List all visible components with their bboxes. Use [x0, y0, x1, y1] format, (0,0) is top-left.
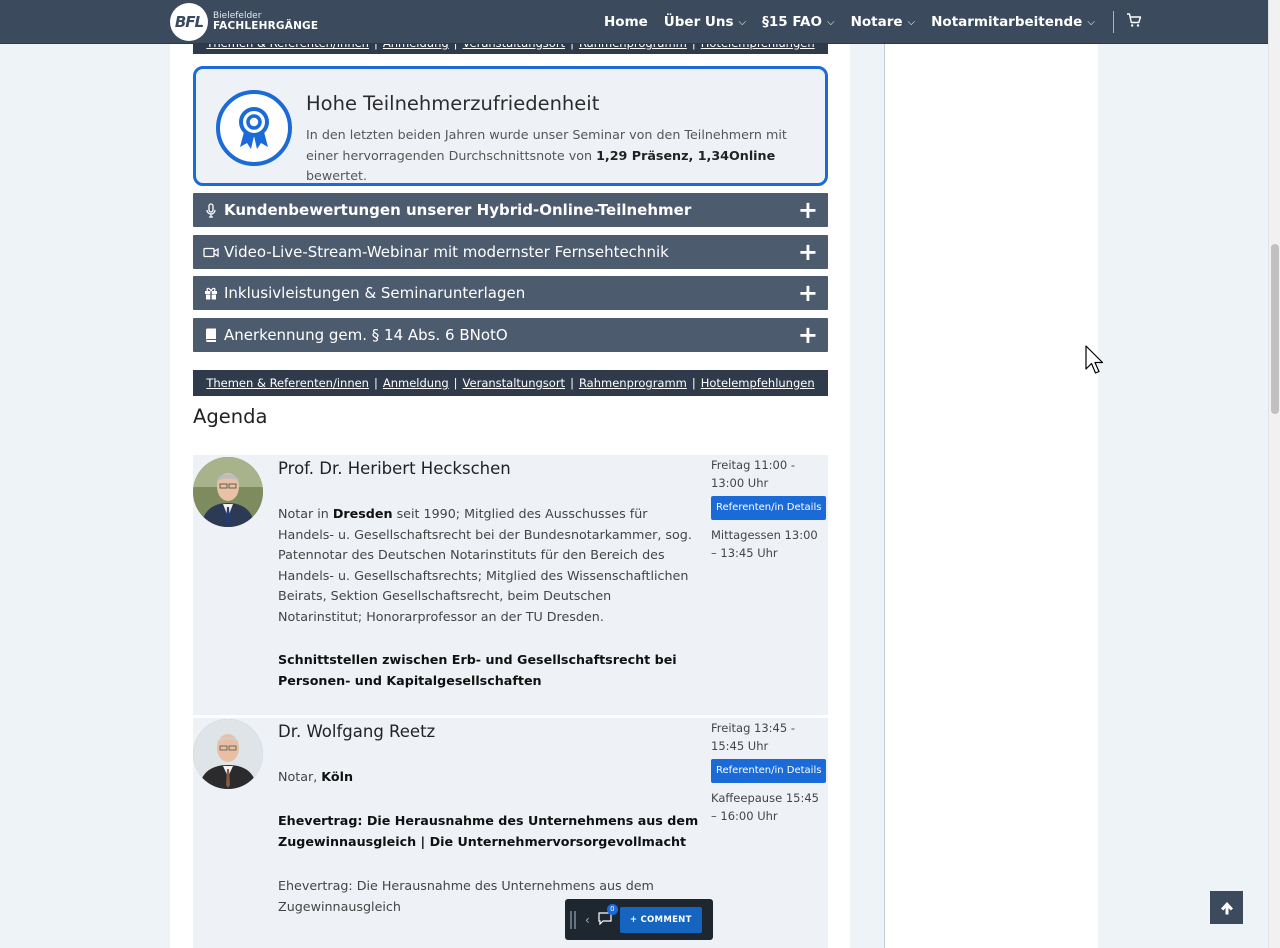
chevron-down-icon: ⌵ [907, 16, 916, 28]
plus-icon: + [797, 196, 818, 224]
rating-values: 1,29 Präsenz, 1,34Online [596, 147, 776, 163]
link-hotelempfehlungen[interactable]: Hotelempfehlungen [701, 376, 815, 390]
sidebar-column [884, 44, 1098, 948]
speaker-bio: Notar, Köln [278, 769, 354, 784]
comment-toolbar: ‹ 0 + COMMENT [565, 899, 713, 940]
nav-item-label: Home [604, 14, 648, 30]
speaker-details-button[interactable]: Referenten/in Details [711, 759, 827, 783]
chevron-down-icon: ⌵ [826, 16, 835, 28]
chevron-left-icon[interactable]: ‹ [585, 913, 590, 927]
accordion-label: Video-Live-Stream-Webinar mit modernster… [224, 243, 669, 261]
nav-item-label: Notarmitarbeitende [931, 14, 1083, 30]
chevron-down-icon: ⌵ [1087, 16, 1095, 28]
link-anmeldung[interactable]: Anmeldung [383, 376, 449, 390]
chevron-down-icon: ⌵ [738, 16, 747, 28]
link-themen-referenten[interactable]: Themen & Referenten/innen [206, 376, 369, 390]
accordion-label: Anerkennung gem. § 14 Abs. 6 BNotO [224, 326, 508, 344]
nav-item-label: Notare [850, 14, 903, 30]
highlight-text: In den letzten beiden Jahren wurde unser… [306, 127, 787, 183]
nav-item-label: §15 FAO [762, 14, 822, 30]
nav-item-notare[interactable]: Notare ⌵ [851, 14, 916, 30]
link-rahmenprogramm[interactable]: Rahmenprogramm [579, 376, 687, 390]
mouse-cursor-icon [1085, 345, 1105, 379]
accordion-label: Kundenbewertungen unserer Hybrid-Online-… [224, 201, 692, 219]
nav-item-15-fao[interactable]: §15 FAO ⌵ [762, 14, 834, 30]
back-to-top-button[interactable] [1210, 891, 1243, 924]
microphone-icon [203, 202, 219, 218]
nav-item-ueber-uns[interactable]: Über Uns ⌵ [664, 14, 746, 30]
session-time: Freitag 11:00 - 13:00 Uhr [711, 458, 795, 490]
logo-line-2: FACHLEHRGÄNGE [213, 20, 319, 33]
award-ribbon-icon [216, 90, 292, 166]
session-info: Freitag 11:00 - 13:00 Uhr Referenten/in … [711, 456, 827, 562]
add-comment-button[interactable]: + COMMENT [619, 906, 702, 933]
break-info: Mittagessen 13:00 – 13:45 Uhr [711, 528, 818, 560]
site-logo[interactable]: BFL Bielefelder FACHLEHRGÄNGE [170, 3, 318, 41]
page-scrollbar[interactable] [1268, 0, 1280, 948]
link-veranstaltungsort[interactable]: Veranstaltungsort [463, 376, 566, 390]
session-time: Freitag 13:45 - 15:45 Uhr [711, 721, 795, 753]
speaker-bio: Notar in Dresden seit 1990; Mitglied des… [278, 506, 692, 624]
main-menu: Home Über Uns ⌵ §15 FAO ⌵ Notare ⌵ Notarmit… [604, 0, 1142, 44]
accordion-video-live-stream[interactable]: Video-Live-Stream-Webinar mit modernster… [193, 235, 828, 269]
cart-icon[interactable] [1126, 12, 1142, 32]
video-camera-icon [203, 244, 219, 260]
accordion-kundenbewertungen[interactable]: Kundenbewertungen unserer Hybrid-Online-… [193, 193, 828, 227]
comment-count-badge: 0 [606, 903, 618, 915]
top-navigation-bar: BFL Bielefelder FACHLEHRGÄNGE Home Über … [0, 0, 1268, 44]
speaker-name: Prof. Dr. Heribert Heckschen [278, 459, 511, 478]
drag-handle-icon[interactable] [570, 910, 576, 929]
plus-icon: + [797, 279, 818, 307]
agenda-item-heckschen: Prof. Dr. Heribert Heckschen Notar in Dr… [193, 455, 828, 715]
nav-item-label: Über Uns [663, 14, 734, 30]
accordion-anerkennung[interactable]: Anerkennung gem. § 14 Abs. 6 BNotO + [193, 318, 828, 352]
plus-icon: + [797, 321, 818, 349]
book-icon [203, 327, 219, 343]
accordion-label: Inklusivleistungen & Seminarunterlagen [224, 284, 526, 302]
agenda-item-reetz: Dr. Wolfgang Reetz Notar, Köln Ehevertra… [193, 718, 828, 948]
nav-divider [1112, 11, 1114, 33]
speaker-topic: Schnittstellen zwischen Erb- und Gesells… [278, 652, 677, 688]
gift-icon [203, 285, 219, 301]
nav-item-notarmitarbeitende[interactable]: Notarmitarbeitende ⌵ [931, 14, 1095, 30]
plus-icon: + [797, 238, 818, 266]
scrollbar-thumb[interactable] [1271, 244, 1279, 414]
speaker-name: Dr. Wolfgang Reetz [278, 722, 436, 741]
satisfaction-highlight-box: Hohe Teilnehmerzufriedenheit In den letz… [193, 66, 828, 186]
speaker-topic: Ehevertrag: Die Herausnahme des Unterneh… [278, 813, 699, 849]
logo-badge: BFL [170, 3, 208, 41]
chat-bubble-icon[interactable]: 0 [598, 903, 618, 928]
page-background [1098, 44, 1268, 948]
break-info: Kaffeepause 15:45 – 16:00 Uhr [711, 791, 819, 823]
speaker-details-button[interactable]: Referenten/in Details [711, 496, 827, 520]
session-info: Freitag 13:45 - 15:45 Uhr Referenten/in … [711, 719, 827, 825]
avatar-reetz [193, 719, 263, 789]
highlight-title: Hohe Teilnehmerzufriedenheit [306, 92, 600, 115]
logo-text: Bielefelder FACHLEHRGÄNGE [213, 11, 319, 33]
arrow-up-icon [1220, 901, 1233, 914]
accordion-inklusivleistungen[interactable]: Inklusivleistungen & Seminarunterlagen + [193, 276, 828, 310]
nav-item-home[interactable]: Home [604, 14, 648, 30]
section-links-bar: Themen & Referenten/innen | Anmeldung | Ve… [193, 370, 828, 396]
agenda-heading: Agenda [193, 405, 268, 428]
avatar-heckschen [193, 457, 263, 527]
